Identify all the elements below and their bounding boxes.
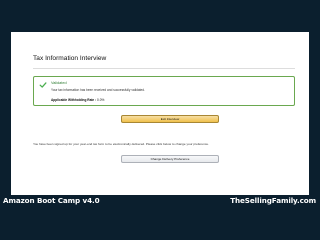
checkmark-icon (39, 82, 47, 88)
withholding-rate: Applicable Withholding Rate : 0.0% (51, 98, 104, 102)
delivery-note: You have been signed up for your year-en… (33, 142, 209, 146)
title-divider (33, 68, 295, 69)
page-title: Tax Information Interview (33, 55, 107, 62)
tax-interview-page: Tax Information Interview Validated Your… (11, 32, 309, 195)
withholding-rate-value: 0.0% (97, 98, 105, 102)
change-delivery-preference-button[interactable]: Change Delivery Preference (121, 155, 219, 163)
validation-alert: Validated Your tax information has been … (33, 76, 295, 106)
withholding-rate-label: Applicable Withholding Rate : (51, 98, 97, 102)
exit-interview-button[interactable]: Exit Interview (121, 115, 219, 123)
video-caption-left: Amazon Boot Camp v4.0 (3, 196, 100, 205)
alert-message: Your tax information has been received a… (51, 88, 145, 92)
video-caption-right: TheSellingFamily.com (230, 196, 316, 205)
alert-heading: Validated (51, 81, 67, 85)
